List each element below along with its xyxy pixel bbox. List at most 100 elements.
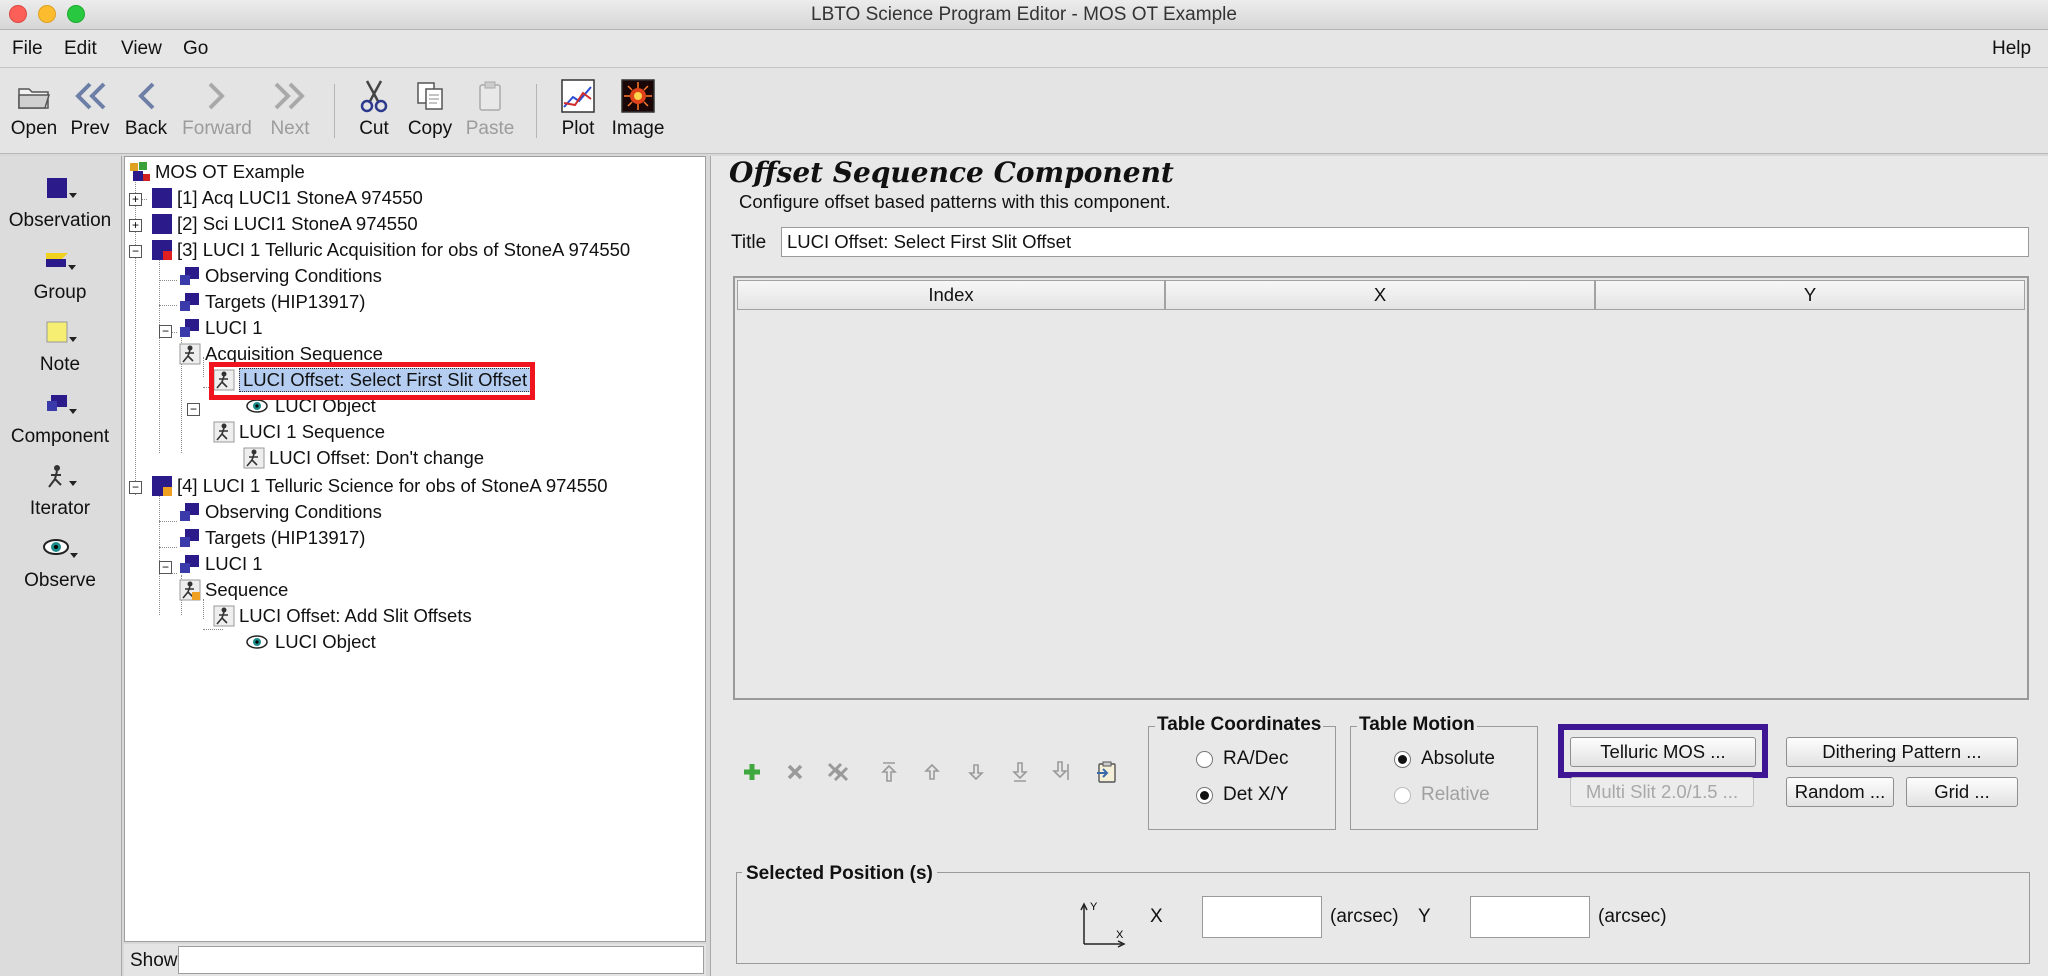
collapse-toggle[interactable]: −	[129, 481, 142, 494]
remove-row-button[interactable]	[782, 759, 808, 785]
menu-edit[interactable]: Edit	[64, 38, 97, 60]
collapse-toggle[interactable]: −	[159, 561, 172, 574]
collapse-toggle[interactable]: −	[159, 325, 172, 338]
palette-note[interactable]: Note	[0, 314, 120, 376]
tree-item-targets[interactable]: Targets (HIP13917)	[179, 525, 365, 551]
move-to-top-button[interactable]	[876, 759, 902, 785]
component-icon	[180, 529, 199, 547]
component-description: Configure offset based patterns with thi…	[739, 191, 1171, 212]
menu-view[interactable]: View	[121, 38, 162, 60]
program-tree[interactable]: + + − − − − + − − − MOS OT Example [1] A…	[124, 156, 706, 942]
palette-observation[interactable]: Observation	[0, 170, 120, 232]
tree-item-observation[interactable]: [2] Sci LUCI1 StoneA 974550	[151, 211, 418, 237]
axis-x-letter: X	[1116, 929, 1124, 941]
cut-button[interactable]: Cut	[342, 76, 406, 148]
move-step-button[interactable]	[1050, 759, 1076, 785]
y-label: Y	[1418, 906, 1431, 927]
back-button[interactable]: Back	[114, 76, 178, 148]
tree-item-observation[interactable]: [3] LUCI 1 Telluric Acquisition for obs …	[151, 237, 630, 263]
palette-component[interactable]: Component	[0, 386, 120, 448]
tree-item-site-quality[interactable]: Observing Conditions	[179, 499, 382, 525]
component-icon	[180, 293, 199, 311]
tree-item-offset[interactable]: LUCI Offset: Don't change	[243, 445, 484, 471]
tree-item-instrument[interactable]: LUCI 1	[179, 315, 263, 341]
folder-open-icon	[18, 88, 51, 109]
component-icon	[180, 555, 199, 573]
dithering-pattern-button[interactable]: Dithering Pattern ...	[1786, 737, 2018, 767]
column-header-index[interactable]: Index	[737, 280, 1165, 310]
remove-all-icon	[827, 762, 849, 782]
tree-connector	[159, 305, 177, 306]
tree-item-site-quality[interactable]: Observing Conditions	[179, 263, 382, 289]
title-input[interactable]: LUCI Offset: Select First Slit Offset	[781, 227, 2029, 257]
plot-button[interactable]: Plot	[546, 76, 610, 148]
next-button[interactable]: Next	[258, 76, 322, 148]
tree-item-observation[interactable]: [4] LUCI 1 Telluric Science for obs of S…	[151, 473, 608, 499]
multi-slit-button[interactable]: Multi Slit 2.0/1.5 ...	[1570, 777, 1754, 807]
title-bar: LBTO Science Program Editor - MOS OT Exa…	[0, 0, 2048, 30]
table-coordinates-group: Table Coordinates	[1148, 714, 1336, 830]
tree-item-targets[interactable]: Targets (HIP13917)	[179, 289, 365, 315]
show-filter-input[interactable]	[178, 946, 704, 974]
move-up-button[interactable]	[919, 759, 945, 785]
iterator-icon	[243, 447, 265, 469]
menu-help[interactable]: Help	[1992, 38, 2031, 60]
remove-all-button[interactable]	[825, 759, 851, 785]
copy-button[interactable]: Copy	[398, 76, 462, 148]
collapse-toggle[interactable]: −	[129, 245, 142, 258]
arrow-step-icon	[1052, 761, 1069, 780]
tree-item-observe[interactable]: LUCI Object	[243, 629, 376, 655]
show-label: Show	[130, 950, 178, 971]
clipboard-arrow-icon	[1097, 761, 1116, 783]
add-row-button[interactable]	[739, 759, 765, 785]
collapse-toggle[interactable]: −	[187, 403, 200, 416]
radio-relative[interactable]: Relative	[1394, 784, 1490, 806]
tree-item-instrument[interactable]: LUCI 1	[179, 551, 263, 577]
component-icon	[180, 319, 199, 337]
tree-connector	[159, 489, 160, 615]
image-button[interactable]: Image	[606, 76, 670, 148]
tree-connector	[159, 547, 177, 548]
paste-button[interactable]: Paste	[458, 76, 522, 148]
tree-item-sequence[interactable]: LUCI 1 Sequence	[213, 419, 385, 445]
arrow-down-icon	[968, 764, 984, 781]
forward-button[interactable]: Forward	[182, 76, 252, 148]
menu-file[interactable]: File	[12, 38, 43, 60]
prev-button[interactable]: Prev	[58, 76, 122, 148]
radio-det-xy[interactable]: Det X/Y	[1196, 784, 1288, 806]
offset-table-body[interactable]	[737, 310, 2025, 696]
move-down-button[interactable]	[963, 759, 989, 785]
expand-toggle[interactable]: +	[129, 219, 142, 232]
offset-table[interactable]: Index X Y	[733, 276, 2029, 700]
tree-item-program[interactable]: MOS OT Example	[129, 159, 305, 185]
tree-item-offset[interactable]: LUCI Offset: Add Slit Offsets	[213, 603, 472, 629]
image-icon	[621, 79, 655, 113]
column-header-y[interactable]: Y	[1595, 280, 2025, 310]
paste-positions-button[interactable]	[1094, 759, 1120, 785]
radio-absolute-indicator	[1394, 750, 1411, 768]
palette-observe[interactable]: Observe	[0, 530, 120, 592]
radio-ra-dec[interactable]: RA/Dec	[1196, 748, 1288, 770]
palette-group[interactable]: Group	[0, 242, 120, 304]
tree-item-observation[interactable]: [1] Acq LUCI1 StoneA 974550	[151, 185, 423, 211]
component-icon	[47, 395, 77, 414]
iterator-icon	[213, 605, 235, 627]
column-header-x[interactable]: X	[1165, 280, 1595, 310]
eye-icon	[246, 635, 268, 649]
observation-warning-icon	[152, 476, 172, 496]
random-button[interactable]: Random ...	[1786, 777, 1894, 807]
menu-go[interactable]: Go	[183, 38, 208, 60]
y-offset-input[interactable]	[1470, 896, 1590, 938]
radio-absolute[interactable]: Absolute	[1394, 748, 1495, 770]
component-palette: Observation Group Note Component Iterato…	[0, 156, 122, 976]
x-offset-input[interactable]	[1202, 896, 1322, 938]
grid-button[interactable]: Grid ...	[1906, 777, 2018, 807]
component-icon	[180, 267, 199, 285]
expand-toggle[interactable]: +	[129, 193, 142, 206]
palette-iterator[interactable]: Iterator	[0, 458, 120, 520]
move-to-bottom-button[interactable]	[1007, 759, 1033, 785]
scissors-icon	[360, 80, 388, 113]
open-button[interactable]: Open	[2, 76, 66, 148]
tree-item-sequence[interactable]: Sequence	[179, 577, 288, 603]
plus-icon	[744, 764, 760, 780]
